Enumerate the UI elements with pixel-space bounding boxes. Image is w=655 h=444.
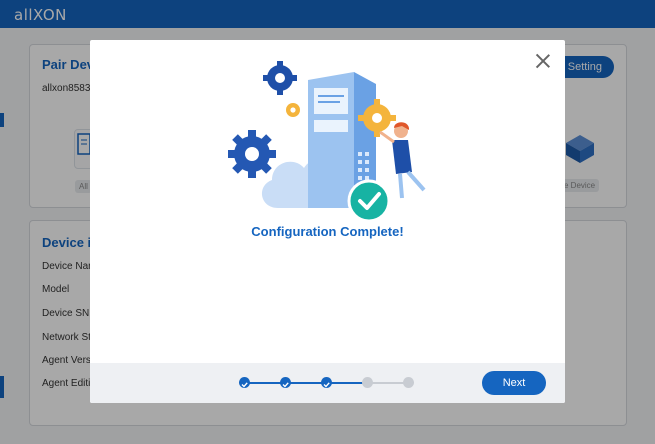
close-icon[interactable] xyxy=(535,53,551,69)
dialog-title: Configuration Complete! xyxy=(251,224,404,239)
step-progress xyxy=(239,377,417,389)
check-icon xyxy=(282,382,289,388)
next-button[interactable]: Next xyxy=(482,371,546,395)
configuration-illustration xyxy=(228,61,426,223)
step-3-complete xyxy=(321,377,332,388)
step-5-pending xyxy=(403,377,414,388)
configuration-dialog: Configuration Complete! Next xyxy=(90,40,565,403)
check-icon xyxy=(323,382,330,388)
step-line-done xyxy=(245,382,369,384)
step-2-complete xyxy=(280,377,291,388)
step-1-complete xyxy=(239,377,250,388)
dialog-footer: Next xyxy=(90,363,565,403)
check-icon xyxy=(241,382,248,388)
step-4-pending xyxy=(362,377,373,388)
